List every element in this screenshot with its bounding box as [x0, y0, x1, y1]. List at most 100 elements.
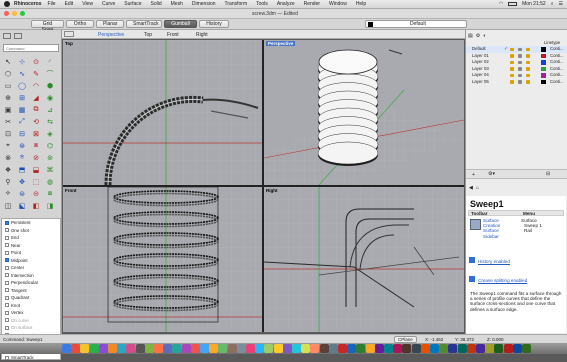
tool-37-icon[interactable]: ❖ — [2, 165, 14, 175]
dock-app-icon[interactable] — [255, 344, 265, 353]
dock-app-icon[interactable] — [476, 344, 485, 353]
tab-perspective[interactable]: Perspective — [98, 32, 124, 38]
tool-44-icon[interactable]: ◍ — [44, 177, 56, 187]
tool-38-icon[interactable]: ⬒ — [16, 165, 28, 175]
dock-app-icon[interactable] — [512, 344, 522, 353]
tool-13-icon[interactable]: ⊕ — [2, 93, 14, 103]
osnap-checkbox[interactable] — [5, 288, 9, 293]
osnap-checkbox[interactable] — [5, 228, 9, 233]
wifi-icon[interactable]: ◠ — [499, 1, 503, 7]
menu-mesh[interactable]: Mesh — [171, 1, 183, 7]
layer-color-swatch[interactable] — [541, 73, 546, 78]
dock-app-icon[interactable] — [356, 344, 366, 353]
dock-app-icon[interactable] — [172, 344, 182, 353]
layer-color-swatch[interactable] — [541, 47, 546, 52]
dock-app-icon[interactable] — [273, 344, 283, 353]
tool-27-icon[interactable]: ⊠ — [30, 129, 42, 139]
tool-33-icon[interactable]: ⊗ — [2, 153, 14, 163]
osnap-end[interactable]: End — [2, 234, 60, 242]
osnap-checkbox[interactable] — [5, 310, 9, 315]
viewport-label-front[interactable]: Front — [65, 188, 77, 193]
dock-app-icon[interactable] — [209, 344, 219, 353]
osnap-tangent[interactable]: Tangent — [2, 287, 60, 295]
osnap-persistent[interactable]: Persistent — [2, 219, 60, 227]
tool-49-icon[interactable]: ◫ — [2, 201, 14, 211]
dock-app-icon[interactable] — [420, 344, 430, 353]
tool-3-icon[interactable]: ⊙ — [30, 57, 42, 67]
tab-front[interactable]: Front — [167, 32, 179, 38]
tool-52-icon[interactable]: ◨ — [44, 201, 56, 211]
tool-51-icon[interactable]: ◧ — [30, 201, 42, 211]
dock-app-icon[interactable] — [402, 344, 412, 353]
dock-app-icon[interactable] — [108, 344, 117, 353]
layer-color-swatch[interactable] — [541, 66, 546, 71]
tool-43-icon[interactable]: ⬚ — [30, 177, 42, 187]
menu-edit[interactable]: Edit — [65, 1, 74, 7]
osnap-checkbox[interactable] — [5, 355, 9, 360]
layer-color-swatch[interactable] — [541, 53, 546, 58]
dock-app-icon[interactable] — [430, 344, 439, 353]
dock-app-icon[interactable] — [181, 344, 191, 353]
tool-35-icon[interactable]: ⊘ — [30, 153, 42, 163]
tool-5-icon[interactable]: ⬡ — [2, 69, 14, 79]
tool-40-icon[interactable]: ⌘ — [44, 165, 56, 175]
dock-app-icon[interactable] — [98, 344, 108, 353]
dock-app-icon[interactable] — [365, 344, 375, 353]
osnap-checkbox[interactable] — [5, 220, 9, 225]
menu-surface[interactable]: Surface — [124, 1, 141, 7]
tool-21-icon[interactable]: ✂ — [2, 117, 14, 127]
menu-render[interactable]: Render — [304, 1, 320, 7]
menu-file[interactable]: File — [48, 1, 56, 7]
lock-icon[interactable] — [518, 67, 522, 71]
lightbulb-icon[interactable] — [510, 80, 514, 84]
dock-app-icon[interactable] — [163, 344, 173, 353]
tab-right[interactable]: Right — [196, 32, 208, 38]
lock-icon[interactable] — [518, 60, 522, 64]
crease-splitting-link[interactable]: Crease splitting enabled — [478, 278, 527, 283]
tab-top[interactable]: Top — [144, 32, 152, 38]
tool-48-icon[interactable]: ⧇ — [44, 189, 56, 199]
tool-18-icon[interactable]: ▦ — [16, 105, 28, 115]
dock-app-icon[interactable] — [89, 344, 99, 353]
viewport-label-top[interactable]: Top — [65, 41, 73, 46]
tool-4-icon[interactable]: ◜ — [44, 57, 56, 67]
tool-19-icon[interactable]: ⧉ — [30, 105, 42, 115]
dock-app-icon[interactable] — [117, 344, 127, 353]
dock-app-icon[interactable] — [494, 344, 504, 353]
dock-app-icon[interactable] — [264, 344, 274, 353]
dock-app-icon[interactable] — [439, 344, 449, 353]
grid-snap-button[interactable]: Grid Snap — [31, 20, 64, 33]
tool-46-icon[interactable]: ⊜ — [16, 189, 28, 199]
viewport-front[interactable]: Front — [63, 187, 262, 332]
osnap-checkbox[interactable] — [5, 318, 9, 323]
osnap-one-shot[interactable]: One shot — [2, 227, 60, 235]
close-window-button[interactable] — [4, 11, 9, 16]
viewport-label-perspective[interactable]: Perspective — [266, 41, 296, 46]
tool-47-icon[interactable]: ⊝ — [30, 189, 42, 199]
osnap-checkbox[interactable] — [5, 295, 9, 300]
planar-button[interactable]: Planar — [96, 20, 124, 28]
menu-tools[interactable]: Tools — [256, 1, 268, 7]
history-button[interactable]: History — [199, 20, 229, 28]
viewport-menu-icon[interactable] — [64, 31, 74, 37]
properties-tab-icon[interactable]: ⚙ — [476, 33, 480, 40]
dock-app-icon[interactable] — [190, 344, 200, 353]
dock-app-icon[interactable] — [301, 344, 311, 353]
osnap-intersection[interactable]: Intersection — [2, 272, 60, 280]
menu-help[interactable]: Help — [356, 1, 366, 7]
tool-15-icon[interactable]: ◢ — [30, 93, 42, 103]
tool-41-icon[interactable]: ⚲ — [2, 177, 14, 187]
osnap-on-curve[interactable]: On curve — [2, 317, 60, 325]
tool-22-icon[interactable]: ⤢ — [16, 117, 28, 127]
lock-icon[interactable] — [518, 54, 522, 58]
lightbulb-icon[interactable] — [510, 60, 514, 64]
dock-app-icon[interactable] — [218, 344, 228, 353]
layer-options-icon[interactable]: ⚙▾ — [488, 171, 495, 177]
tool-11-icon[interactable]: ◠ — [30, 81, 42, 91]
dock-app-icon[interactable] — [154, 344, 163, 353]
lightbulb-icon[interactable] — [510, 54, 514, 58]
tool-7-icon[interactable]: ✎ — [30, 69, 42, 79]
tool-31-icon[interactable]: ⧈ — [30, 141, 42, 151]
tool-10-icon[interactable]: ◯ — [16, 81, 28, 91]
tool-34-icon[interactable]: ⍟ — [16, 153, 28, 163]
